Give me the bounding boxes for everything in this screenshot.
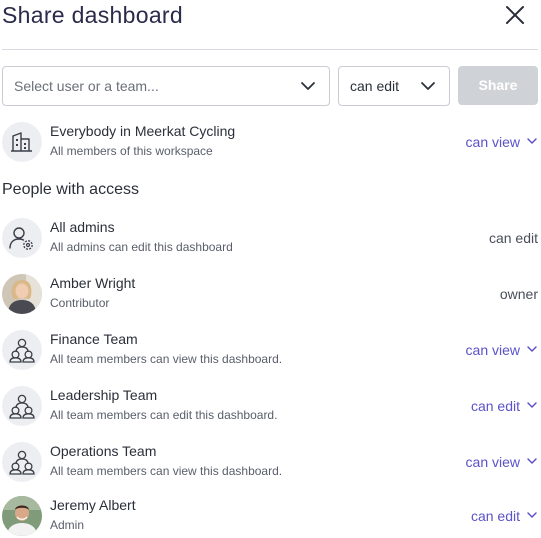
row-permission-dropdown[interactable]: can view <box>466 342 538 358</box>
access-row-amber-wright: Amber Wright Contributor owner <box>2 272 538 316</box>
row-name: Amber Wright <box>50 275 136 291</box>
chevron-down-icon <box>527 138 537 144</box>
permission-label: can edit <box>470 398 520 414</box>
everybody-subtitle: All members of this workspace <box>50 144 213 158</box>
chevron-down-icon <box>527 458 537 464</box>
building-icon <box>2 122 42 162</box>
team-icon <box>2 442 42 482</box>
user-team-select-placeholder: Select user or a team... <box>14 78 159 94</box>
everybody-name: Everybody in Meerkat Cycling <box>50 123 236 139</box>
permission-select[interactable]: can edit <box>338 66 450 106</box>
row-permission-dropdown[interactable]: can view <box>466 454 538 470</box>
row-permission-dropdown[interactable]: can edit <box>471 398 538 414</box>
permission-label: can edit <box>470 508 520 524</box>
chevron-down-icon <box>527 346 537 352</box>
dialog-header: Share dashboard <box>2 0 538 50</box>
access-row-leadership-team: Leadership Team All team members can edi… <box>2 384 538 428</box>
access-row-jeremy-albert: Jeremy Albert Admin can edit <box>2 494 538 538</box>
dialog-title: Share dashboard <box>2 2 183 28</box>
chevron-down-icon <box>299 77 317 95</box>
access-row-finance-team: Finance Team All team members can view t… <box>2 328 538 372</box>
row-subtitle: Admin <box>50 518 85 532</box>
chevron-down-icon <box>527 402 537 408</box>
user-photo <box>2 496 42 536</box>
everybody-row: Everybody in Meerkat Cycling All members… <box>2 120 538 164</box>
team-icon <box>2 330 42 370</box>
row-subtitle: All admins can edit this dashboard <box>50 240 233 254</box>
row-subtitle: Contributor <box>50 296 110 310</box>
row-name: Operations Team <box>50 443 157 459</box>
row-name: Finance Team <box>50 331 138 347</box>
access-row-all-admins: All admins All admins can edit this dash… <box>2 216 538 260</box>
row-permission: can edit <box>488 230 538 246</box>
row-subtitle: All team members can view this dashboard… <box>50 352 283 366</box>
close-icon[interactable] <box>502 2 528 28</box>
row-permission: owner <box>499 286 538 302</box>
chevron-down-icon <box>419 77 437 95</box>
row-name: Jeremy Albert <box>50 497 136 513</box>
user-team-select[interactable]: Select user or a team... <box>2 66 330 106</box>
row-subtitle: All team members can edit this dashboard… <box>50 408 278 422</box>
section-title: People with access <box>2 181 139 198</box>
access-row-operations-team: Operations Team All team members can vie… <box>2 440 538 484</box>
row-permission-dropdown[interactable]: can edit <box>471 508 538 524</box>
row-name: Leadership Team <box>50 387 158 403</box>
user-photo <box>2 274 42 314</box>
permission-label: can view <box>465 454 520 470</box>
permission-label: can view <box>465 134 520 150</box>
share-button[interactable]: Share <box>458 66 538 105</box>
row-name: All admins <box>50 219 115 235</box>
row-subtitle: All team members can view this dashboard… <box>50 464 283 478</box>
everybody-permission-dropdown[interactable]: can view <box>466 134 538 150</box>
chevron-down-icon <box>527 512 537 518</box>
team-icon <box>2 386 42 426</box>
permission-select-value: can edit <box>350 78 400 94</box>
permission-label: can view <box>465 342 520 358</box>
admin-gear-icon <box>2 218 42 258</box>
